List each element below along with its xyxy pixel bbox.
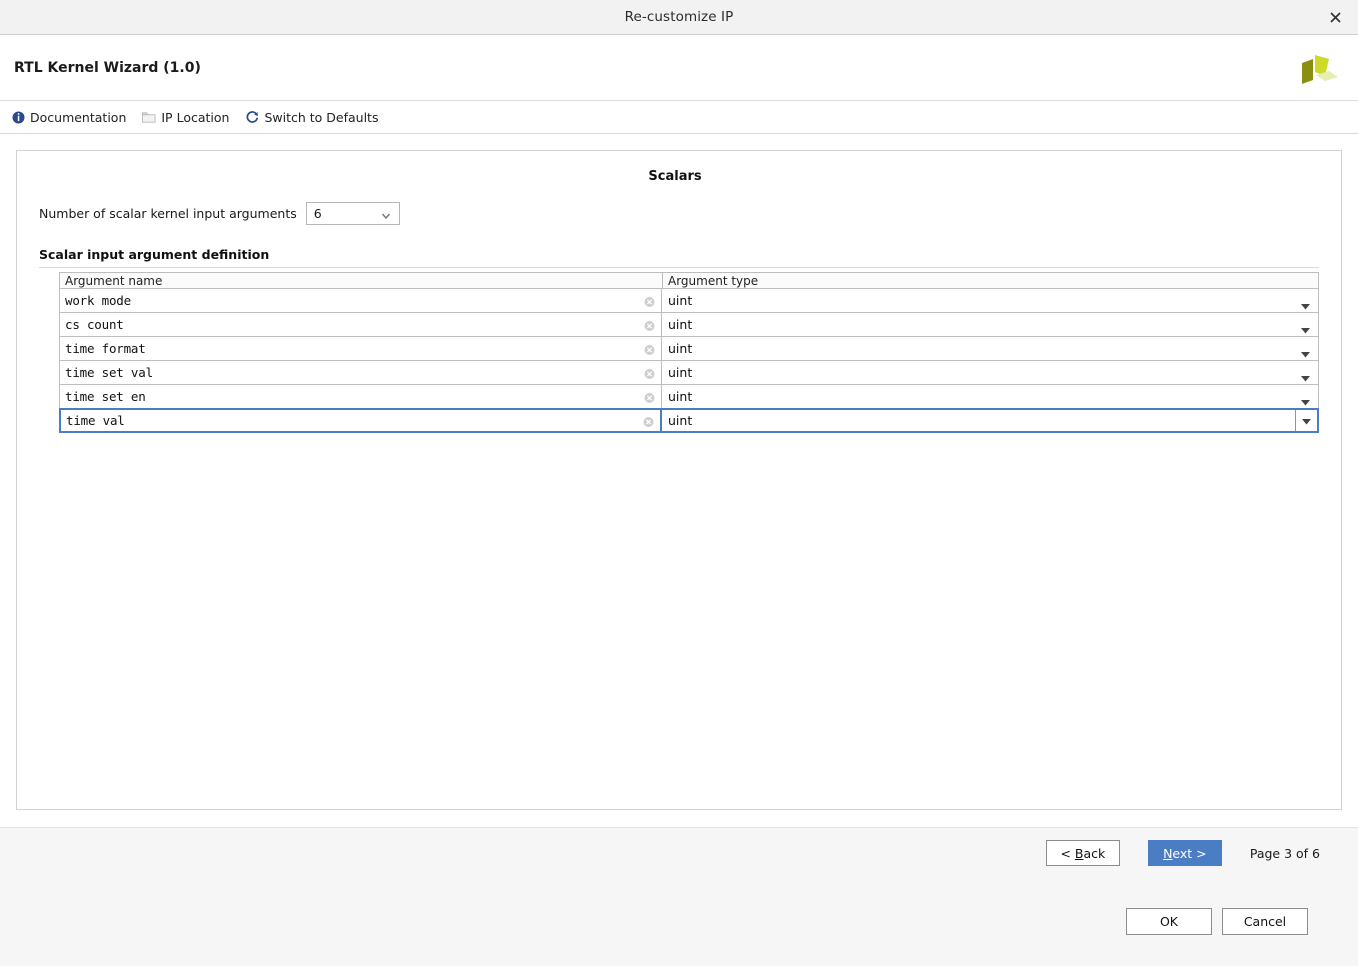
xilinx-logo-icon — [1296, 50, 1340, 90]
back-button-label: < Back — [1060, 846, 1105, 861]
argument-type-value: uint — [668, 317, 692, 332]
app-title: RTL Kernel Wizard (1.0) — [14, 60, 201, 76]
recustomize-ip-window: Re-customize IP RTL Kernel Wizard (1.0) — [0, 0, 1358, 966]
argument-name-input[interactable]: time val — [59, 408, 662, 433]
app-header: RTL Kernel Wizard (1.0) — [0, 35, 1358, 101]
cancel-button[interactable]: Cancel — [1222, 908, 1308, 935]
table-body: work mode uint cs count uint time format uint… — [59, 288, 1319, 433]
argument-type-value: uint — [668, 365, 692, 380]
argument-name-input[interactable]: cs count — [59, 312, 662, 337]
argument-name-value: time set val — [65, 365, 153, 380]
argument-name-input[interactable]: time format — [59, 336, 662, 361]
scalars-panel: Scalars Number of scalar kernel input ar… — [16, 150, 1342, 810]
page-indicator: Page 3 of 6 — [1250, 846, 1320, 861]
folder-icon — [142, 110, 156, 124]
argument-name-value: time format — [65, 341, 146, 356]
next-button[interactable]: Next > — [1148, 840, 1222, 866]
argument-type-select[interactable]: uint — [662, 384, 1319, 409]
next-button-label: Next > — [1163, 846, 1207, 861]
table-row[interactable]: cs count uint — [59, 312, 1319, 337]
close-icon[interactable] — [1312, 0, 1358, 34]
argument-type-select[interactable]: uint — [662, 312, 1319, 337]
argument-type-select[interactable]: uint — [662, 408, 1319, 433]
scalar-count-label: Number of scalar kernel input arguments — [39, 206, 297, 221]
argument-name-input[interactable]: time set val — [59, 360, 662, 385]
section-divider — [39, 267, 1319, 268]
table-row[interactable]: time set en uint — [59, 384, 1319, 409]
argument-type-value: uint — [668, 341, 692, 356]
ok-button[interactable]: OK — [1126, 908, 1212, 935]
chevron-down-icon — [381, 209, 391, 219]
dropdown-button[interactable] — [1295, 410, 1317, 431]
clear-icon[interactable] — [643, 415, 654, 426]
column-header-argument-type: Argument type — [663, 273, 1318, 288]
clear-icon[interactable] — [644, 367, 655, 378]
dialog-actions: OK Cancel — [1126, 908, 1308, 935]
table-row[interactable]: time format uint — [59, 336, 1319, 361]
scalar-count-row: Number of scalar kernel input arguments … — [31, 202, 1319, 225]
argument-name-value: time set en — [65, 389, 146, 404]
caret-down-icon — [1301, 394, 1310, 400]
toolbar-item-switch-to-defaults[interactable]: Switch to Defaults — [245, 110, 378, 125]
argument-type-select[interactable]: uint — [662, 360, 1319, 385]
toolbar: Documentation IP Location Switch to Defa… — [0, 101, 1358, 134]
back-button[interactable]: < Back — [1046, 840, 1120, 866]
toolbar-label-ip-location: IP Location — [161, 110, 229, 125]
argument-name-input[interactable]: time set en — [59, 384, 662, 409]
caret-down-icon — [1301, 370, 1310, 376]
argument-type-value: uint — [668, 293, 692, 308]
caret-down-icon — [1301, 346, 1310, 352]
scalar-count-value: 6 — [314, 206, 322, 221]
clear-icon[interactable] — [644, 391, 655, 402]
argument-name-input[interactable]: work mode — [59, 288, 662, 313]
argument-name-value: time val — [66, 413, 125, 428]
toolbar-label-documentation: Documentation — [30, 110, 126, 125]
caret-down-icon — [1302, 413, 1311, 428]
caret-down-icon — [1301, 322, 1310, 328]
argument-name-value: cs count — [65, 317, 124, 332]
argument-type-select[interactable]: uint — [662, 336, 1319, 361]
table-header-row: Argument name Argument type — [59, 272, 1319, 289]
wizard-nav: < Back Next > Page 3 of 6 — [1046, 840, 1320, 866]
section-label-scalar-definition: Scalar input argument definition — [31, 247, 1319, 262]
clear-icon[interactable] — [644, 343, 655, 354]
title-bar: Re-customize IP — [0, 0, 1358, 35]
table-row[interactable]: work mode uint — [59, 288, 1319, 313]
clear-icon[interactable] — [644, 295, 655, 306]
window-title: Re-customize IP — [625, 9, 734, 25]
caret-down-icon — [1301, 298, 1310, 304]
main-body: Scalars Number of scalar kernel input ar… — [0, 134, 1358, 827]
toolbar-label-switch-to-defaults: Switch to Defaults — [264, 110, 378, 125]
clear-icon[interactable] — [644, 319, 655, 330]
table-row[interactable]: time set val uint — [59, 360, 1319, 385]
argument-type-value: uint — [668, 413, 692, 428]
argument-name-value: work mode — [65, 293, 131, 308]
argument-type-value: uint — [668, 389, 692, 404]
info-icon — [11, 110, 25, 124]
page-title: Scalars — [31, 169, 1319, 184]
refresh-icon — [245, 110, 259, 124]
scalar-count-select[interactable]: 6 — [306, 202, 400, 225]
column-header-argument-name: Argument name — [60, 273, 663, 288]
toolbar-item-ip-location[interactable]: IP Location — [142, 110, 229, 125]
table-row[interactable]: time val uint — [59, 408, 1319, 433]
scalar-arguments-table: Argument name Argument type work mode uin… — [59, 272, 1319, 433]
dialog-footer: < Back Next > Page 3 of 6 OK Cancel — [0, 827, 1358, 966]
toolbar-item-documentation[interactable]: Documentation — [11, 110, 126, 125]
argument-type-select[interactable]: uint — [662, 288, 1319, 313]
